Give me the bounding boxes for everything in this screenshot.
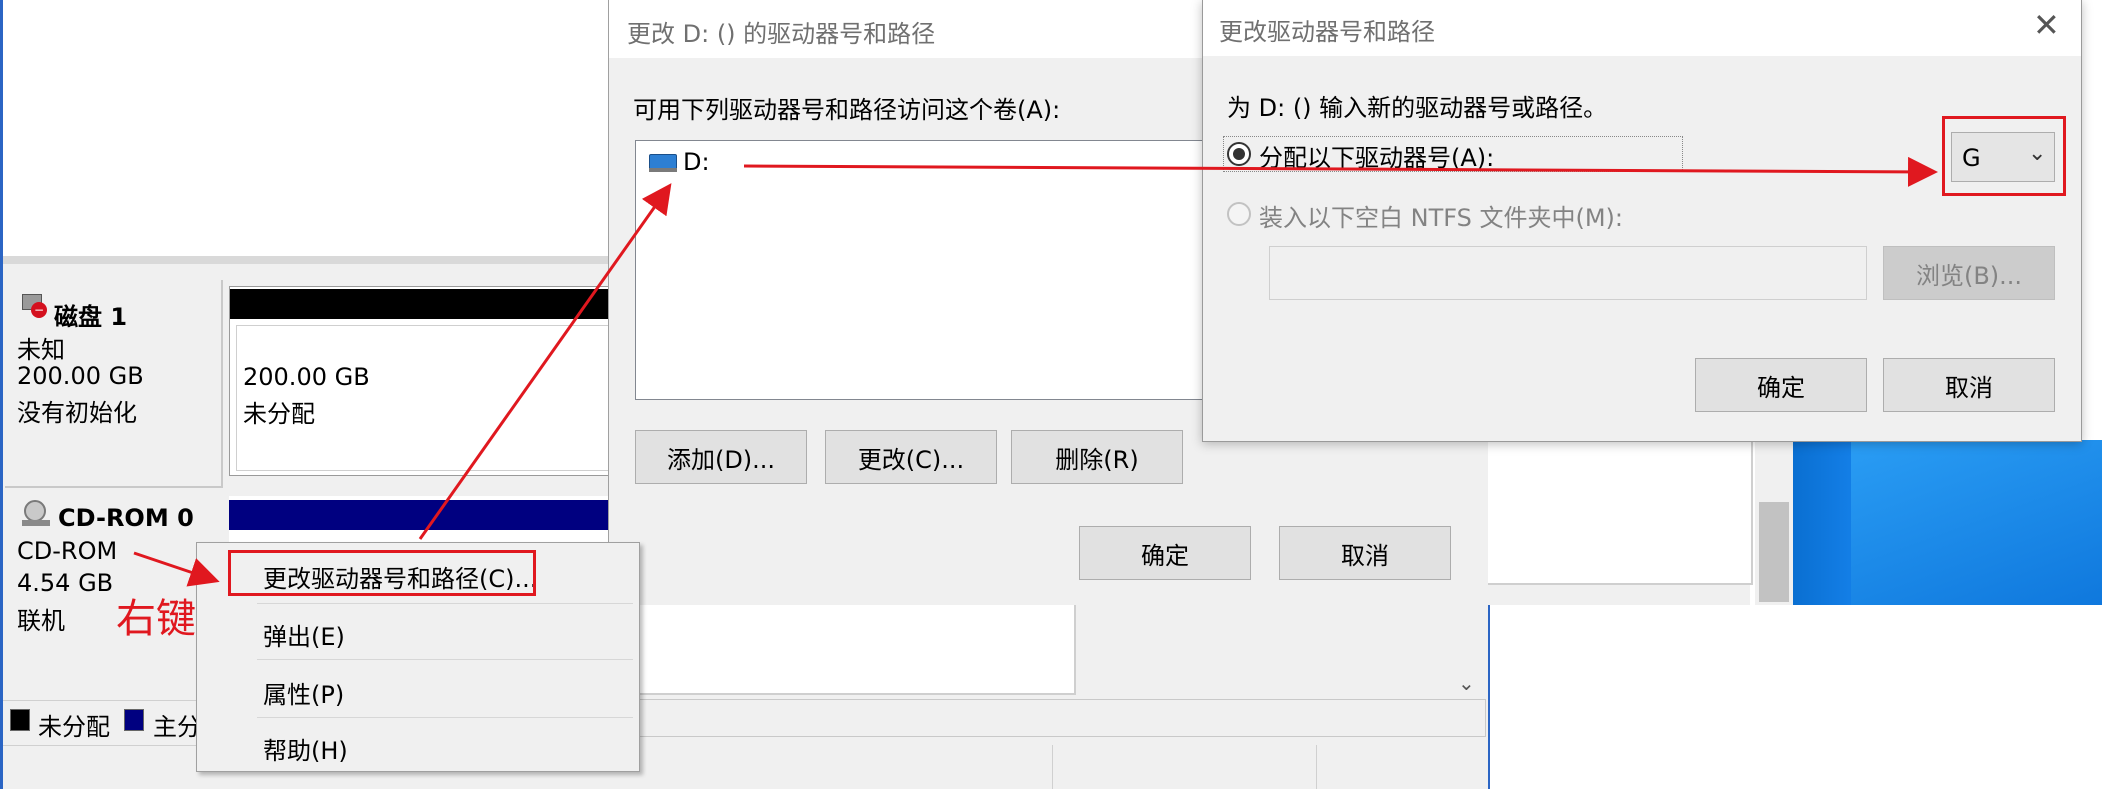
highlight-box-drive-select (1942, 116, 2066, 196)
menu-item-label: 属性(P) (263, 681, 345, 709)
drive-icon-base (649, 168, 677, 172)
highlight-box-menu-item (228, 550, 536, 596)
cdrom-partition-frame (610, 605, 1076, 695)
disk1-status: 没有初始化 (17, 399, 137, 427)
close-icon[interactable]: ✕ (2033, 6, 2060, 44)
chevron-down-icon[interactable]: ⌄ (1458, 671, 1475, 695)
cancel-button[interactable]: 取消 (1883, 358, 2055, 412)
radio-mount-folder[interactable] (1227, 202, 1251, 226)
legend-swatch-unallocated (10, 709, 30, 731)
change-drive-letter-subdialog: 更改驱动器号和路径 ✕ 为 D: () 输入新的驱动器号或路径。 分配以下驱动器… (1202, 0, 2082, 442)
menu-separator (257, 603, 633, 604)
disk1-type: 未知 (17, 336, 65, 364)
dialog2-prompt: 为 D: () 输入新的驱动器号或路径。 (1227, 94, 1608, 122)
list-item-drive-d[interactable]: D: (683, 148, 710, 176)
window-right-border (1488, 605, 1490, 789)
unallocated-header-bar (230, 289, 611, 319)
disk-pane-right: ⌄ (610, 605, 1490, 789)
status-divider (1052, 745, 1053, 789)
cancel-button[interactable]: 取消 (1279, 526, 1451, 580)
cdrom-status: 联机 (17, 607, 65, 635)
radio-focus-outline (1223, 136, 1683, 172)
folder-path-input[interactable] (1269, 246, 1867, 300)
menu-item-properties[interactable]: 属性(P) (197, 663, 637, 717)
cdrom-partition[interactable] (229, 496, 610, 546)
list-frame (1485, 440, 1753, 585)
cdrom-name: CD-ROM 0 (58, 504, 194, 532)
v-scrollbar[interactable] (1755, 440, 1793, 605)
menu-item-label: 帮助(H) (263, 737, 348, 765)
menu-separator (257, 717, 633, 718)
status-divider (1316, 745, 1317, 789)
path-listbox[interactable] (635, 140, 1235, 400)
volume-list-bottom-border (3, 256, 610, 264)
dialog1-title: 更改 D: () 的驱动器号和路径 (627, 20, 936, 48)
menu-item-label: 弹出(E) (263, 623, 345, 651)
cdrom-icon-base (22, 520, 50, 526)
add-button[interactable]: 添加(D)... (635, 430, 807, 484)
error-badge-icon: − (31, 302, 47, 318)
delete-button[interactable]: 删除(R) (1011, 430, 1183, 484)
disk1-size: 200.00 GB (17, 362, 144, 390)
desktop-background (1793, 440, 2102, 605)
cdrom-type: CD-ROM (17, 537, 118, 565)
menu-item-eject[interactable]: 弹出(E) (197, 605, 637, 659)
partition-size: 200.00 GB (243, 363, 370, 391)
cdrom-size: 4.54 GB (17, 569, 114, 597)
radio-mount-label[interactable]: 装入以下空白 NTFS 文件夹中(M): (1259, 198, 1623, 233)
scroll-thumb[interactable] (1759, 502, 1789, 602)
change-button[interactable]: 更改(C)... (825, 430, 997, 484)
legend-label-primary: 主分 (153, 713, 201, 741)
ok-button[interactable]: 确定 (1079, 526, 1251, 580)
desktop-light-panel (1851, 440, 2102, 605)
legend-swatch-primary (124, 709, 144, 731)
dialog1-prompt: 可用下列驱动器号和路径访问这个卷(A): (633, 96, 1061, 124)
primary-partition-bar (229, 500, 610, 530)
ok-button[interactable]: 确定 (1695, 358, 1867, 412)
volume-list-area-right (1485, 440, 1753, 605)
disk1-name: 磁盘 1 (54, 303, 128, 331)
menu-separator (257, 659, 633, 660)
cdrom-icon (24, 500, 46, 522)
dialog2-title: 更改驱动器号和路径 (1219, 18, 1435, 46)
right-click-annotation: 右键 (116, 596, 196, 642)
h-scroll-track[interactable] (610, 699, 1486, 737)
legend-label-unallocated: 未分配 (38, 713, 110, 741)
browse-button[interactable]: 浏览(B)... (1883, 246, 2055, 300)
menu-item-help[interactable]: 帮助(H) (197, 719, 637, 773)
partition-status: 未分配 (243, 400, 315, 428)
